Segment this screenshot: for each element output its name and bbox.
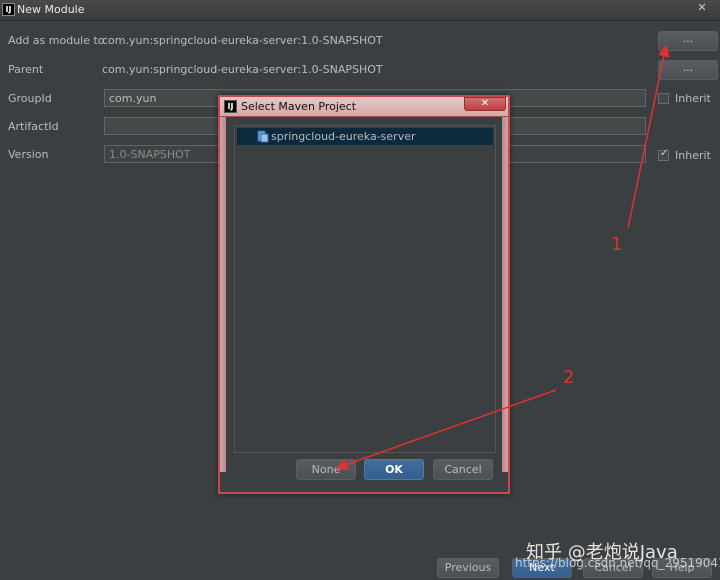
window-title: New Module [17,3,85,16]
dialog-titlebar: IJ Select Maven Project ✕ [220,97,508,117]
list-item[interactable]: springcloud-eureka-server [237,128,493,145]
previous-button[interactable]: Previous [437,558,499,578]
add-as-module-value: com.yun:springcloud-eureka-server:1.0-SN… [102,34,383,47]
version-inherit-checkbox[interactable]: ✓ [658,148,669,161]
add-as-module-label: Add as module to [8,34,105,47]
intellij-dialog-icon: IJ [224,100,237,113]
add-as-module-browse-button[interactable]: ... [658,31,718,51]
dialog-frame-left [220,117,226,472]
intellij-app-icon: IJ [2,3,15,16]
annotation-number-1: 1 [611,234,623,255]
window-titlebar: IJ New Module ✕ [0,0,720,21]
parent-browse-button[interactable]: ... [658,60,718,80]
window-close-icon[interactable]: ✕ [690,1,714,15]
maven-module-icon [257,130,269,143]
parent-label: Parent [8,63,44,76]
version-inherit-label: Inherit [675,149,711,162]
parent-value: com.yun:springcloud-eureka-server:1.0-SN… [102,63,383,76]
group-id-inherit-label: Inherit [675,92,711,105]
project-list[interactable]: springcloud-eureka-server [234,125,496,453]
ok-button[interactable]: OK [364,459,424,480]
dialog-close-icon[interactable]: ✕ [464,97,506,111]
list-item-label: springcloud-eureka-server [271,130,416,143]
checkmark-icon: ✓ [660,148,669,159]
artifact-id-label: ArtifactId [8,120,59,133]
group-id-label: GroupId [8,92,52,105]
zhihu-watermark: 知乎 @老炮说Java [526,542,678,563]
select-maven-project-dialog: IJ Select Maven Project ✕ springcloud-eu… [218,95,510,494]
dialog-title: Select Maven Project [241,100,357,113]
version-label: Version [8,148,49,161]
annotation-number-2: 2 [563,367,575,388]
dialog-cancel-button[interactable]: Cancel [433,459,493,480]
group-id-inherit-checkbox[interactable] [658,93,669,104]
dialog-frame-right [502,117,508,472]
none-button[interactable]: None [296,459,356,480]
